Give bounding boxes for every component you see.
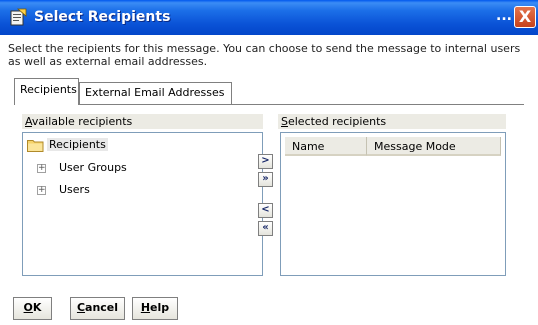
tree-item-label: User Groups (59, 161, 127, 174)
chevron-right-icon: > (261, 155, 270, 166)
tree-item-recipients[interactable]: Recipients (27, 137, 113, 153)
available-recipients-tree[interactable]: Recipients + User Groups + Users (22, 132, 263, 276)
chevron-left-icon: < (261, 204, 270, 215)
tree-item-label: Users (59, 183, 90, 196)
window-title: Select Recipients (34, 9, 171, 25)
tree-item-label: Recipients (47, 138, 108, 151)
expand-icon[interactable]: + (37, 186, 46, 195)
selected-recipients-label: Selected recipients (278, 114, 506, 129)
double-chevron-left-icon: « (262, 222, 269, 233)
column-header-message-mode[interactable]: Message Mode (367, 137, 501, 156)
folder-icon (27, 140, 44, 152)
add-selected-button[interactable]: > (258, 154, 273, 169)
help-button[interactable]: Help (132, 297, 178, 320)
column-header-name[interactable]: Name (285, 137, 367, 156)
selected-recipients-list[interactable]: Name Message Mode (280, 132, 506, 276)
close-icon: X (518, 7, 532, 26)
add-all-button[interactable]: » (258, 172, 273, 187)
ok-button[interactable]: OK (13, 297, 52, 320)
tab-recipients[interactable]: Recipients (14, 78, 79, 105)
close-button[interactable]: X (514, 6, 536, 28)
remove-all-button[interactable]: « (258, 221, 273, 236)
available-recipients-label: Available recipients (22, 114, 263, 129)
tab-external-email-addresses[interactable]: External Email Addresses (79, 82, 232, 104)
instructions-text: Select the recipients for this message. … (8, 42, 521, 68)
cancel-button[interactable]: Cancel (70, 297, 125, 320)
remove-selected-button[interactable]: < (258, 203, 273, 218)
expand-icon[interactable]: + (37, 164, 46, 173)
double-chevron-right-icon: » (262, 173, 269, 184)
title-ellipsis: ... (496, 8, 512, 24)
title-bar: Select Recipients ... X (0, 0, 538, 35)
app-icon (10, 8, 27, 26)
